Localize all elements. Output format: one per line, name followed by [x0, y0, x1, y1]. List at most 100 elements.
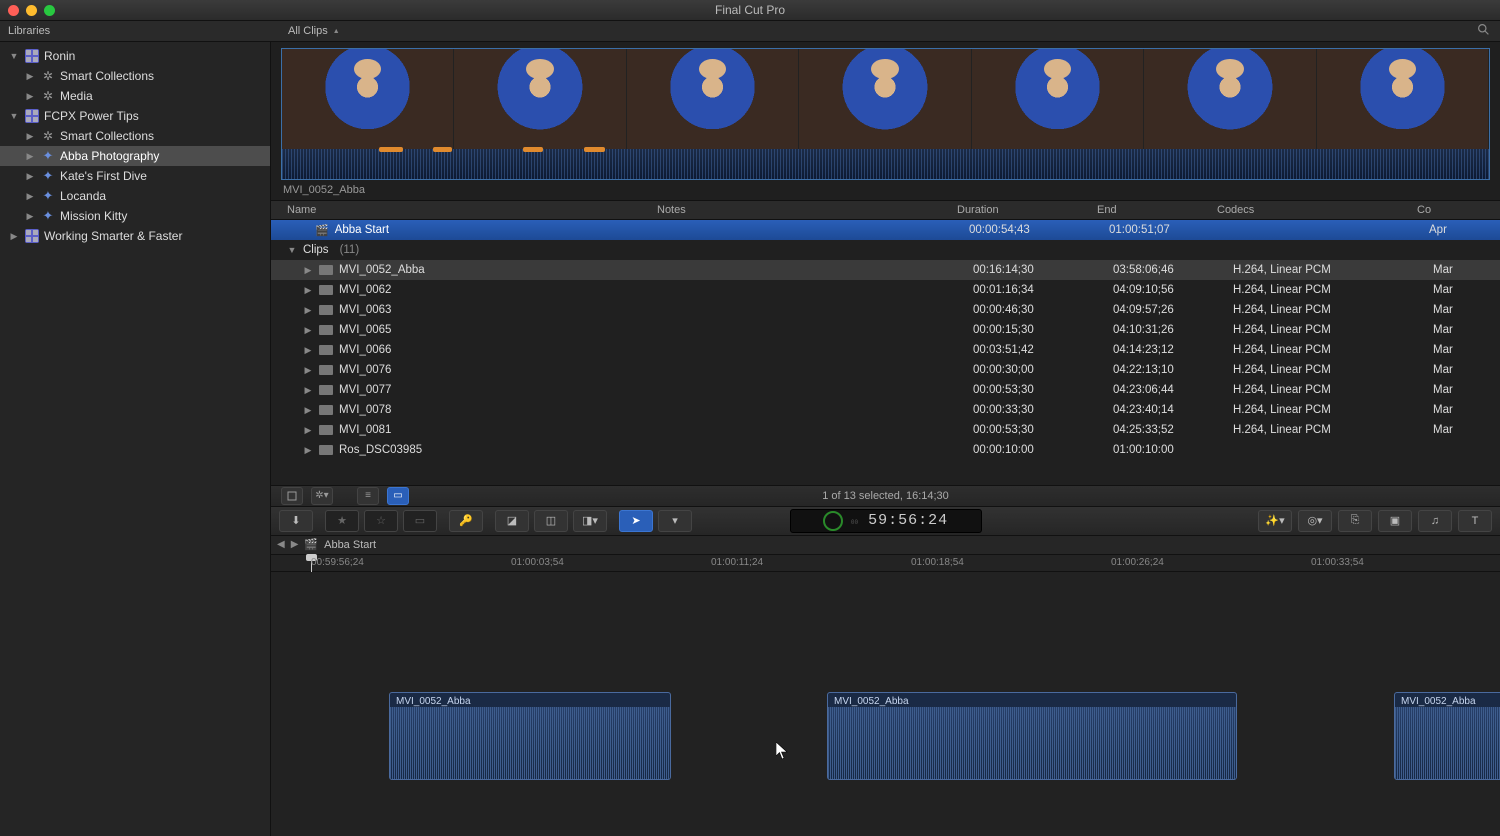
tool-popup[interactable]: ▾ — [658, 510, 692, 532]
clip-icon — [319, 385, 333, 395]
clip-browser[interactable]: 🎬Abba Start00:00:54;4301:00:51;07Apr▼Cli… — [271, 220, 1500, 485]
browser-row[interactable]: ▶MVI_007600:00:30;0004:22:13;10H.264, Li… — [271, 360, 1500, 380]
import-button[interactable] — [281, 487, 303, 505]
titles-browser-button[interactable]: T — [1458, 510, 1492, 532]
clip-name: Clips — [303, 244, 329, 256]
sidebar-item-label: Ronin — [44, 49, 75, 63]
clip-name: MVI_0076 — [339, 364, 391, 376]
window-titlebar: Final Cut Pro — [0, 0, 1500, 21]
sidebar-item-working-smarter-faster[interactable]: ▶Working Smarter & Faster — [0, 226, 270, 246]
col-notes[interactable]: Notes — [657, 204, 957, 216]
clip-icon — [319, 445, 333, 455]
sidebar-item-smart-collections[interactable]: ▶✲Smart Collections — [0, 126, 270, 146]
browser-row[interactable]: ▶MVI_006500:00:15;3004:10:31;26H.264, Li… — [271, 320, 1500, 340]
sidebar-item-label: Abba Photography — [60, 149, 159, 163]
sidebar-item-label: Working Smarter & Faster — [44, 229, 182, 243]
browser-row[interactable]: ▶MVI_0052_Abba00:16:14;3003:58:06;46H.26… — [271, 260, 1500, 280]
filmstrip-view-button[interactable]: ▭ — [387, 487, 409, 505]
settings-popup[interactable]: ✲▾ — [311, 487, 333, 505]
filmstrip-thumb[interactable] — [282, 49, 454, 149]
sidebar-item-media[interactable]: ▶✲Media — [0, 86, 270, 106]
event-star-icon: ✦ — [40, 168, 56, 184]
background-tasks-icon[interactable] — [823, 511, 843, 531]
project-icon: 🎬 — [304, 538, 318, 551]
col-codecs[interactable]: Codecs — [1217, 204, 1417, 216]
timeline[interactable]: MVI_0052_Abba MVI_0052_Abba MVI_0052_Abba — [271, 572, 1500, 836]
favorite-button[interactable]: ★ — [325, 510, 359, 532]
sidebar-item-mission-kitty[interactable]: ▶✦Mission Kitty — [0, 206, 270, 226]
search-icon[interactable] — [1477, 23, 1490, 39]
timeline-back-button[interactable]: ◀ — [277, 539, 285, 550]
clip-name: MVI_0077 — [339, 384, 391, 396]
timecode-value: 59:56:24 — [868, 512, 948, 529]
timeline-clip[interactable]: MVI_0052_Abba — [827, 692, 1237, 780]
connect-clip-button[interactable]: ◪ — [495, 510, 529, 532]
sidebar-item-ronin[interactable]: ▼Ronin — [0, 46, 270, 66]
browser-row[interactable]: ▶MVI_007700:00:53;3004:23:06;44H.264, Li… — [271, 380, 1500, 400]
clip-name: Abba Start — [335, 224, 389, 236]
col-duration[interactable]: Duration — [957, 204, 1097, 216]
browser-row[interactable]: ▶MVI_007800:00:33;3004:23:40;14H.264, Li… — [271, 400, 1500, 420]
allclips-label: All Clips — [288, 25, 328, 37]
filmstrip-thumb[interactable] — [972, 49, 1144, 149]
filmstrip-markers — [282, 147, 1489, 153]
filmstrip-thumb[interactable] — [627, 49, 799, 149]
retime-button[interactable]: ◎▾ — [1298, 510, 1332, 532]
libraries-sidebar[interactable]: ▼Ronin▶✲Smart Collections▶✲Media▼FCPX Po… — [0, 42, 271, 836]
keyword-button[interactable]: ▭ — [403, 510, 437, 532]
music-browser-button[interactable]: ♫ — [1418, 510, 1452, 532]
browser-row[interactable]: ▶MVI_008100:00:53;3004:25:33;52H.264, Li… — [271, 420, 1500, 440]
keyword-editor-button[interactable]: 🔑 — [449, 510, 483, 532]
timeline-clip[interactable]: MVI_0052_Abba — [1394, 692, 1500, 780]
clip-name: MVI_0081 — [339, 424, 391, 436]
filmstrip-thumb[interactable] — [799, 49, 971, 149]
sidebar-item-smart-collections[interactable]: ▶✲Smart Collections — [0, 66, 270, 86]
filmstrip-waveform — [282, 149, 1489, 179]
col-end[interactable]: End — [1097, 204, 1217, 216]
timeline-ruler[interactable]: 00:59:56;2401:00:03;5401:00:11;2401:00:1… — [271, 555, 1500, 572]
photos-browser-button[interactable]: ▣ — [1378, 510, 1412, 532]
clip-filmstrip[interactable] — [281, 48, 1490, 180]
filmstrip-thumb[interactable] — [454, 49, 626, 149]
clip-name: MVI_0078 — [339, 404, 391, 416]
filmstrip-clip-name: MVI_0052_Abba — [271, 180, 1500, 200]
ruler-tick: 01:00:18;54 — [911, 557, 964, 568]
insert-clip-button[interactable]: ◫ — [534, 510, 568, 532]
sidebar-item-locanda[interactable]: ▶✦Locanda — [0, 186, 270, 206]
clip-icon — [319, 345, 333, 355]
sidebar-item-label: Locanda — [60, 189, 106, 203]
timeline-clip[interactable]: MVI_0052_Abba — [389, 692, 671, 780]
select-tool[interactable]: ➤ — [619, 510, 653, 532]
list-view-button[interactable]: ≡ — [357, 487, 379, 505]
event-star-icon: ✦ — [40, 188, 56, 204]
project-bar: ◀ ▶ 🎬 Abba Start — [271, 536, 1500, 555]
browser-row[interactable]: ▶MVI_006600:03:51;4204:14:23;12H.264, Li… — [271, 340, 1500, 360]
clip-waveform — [828, 707, 1236, 779]
browser-row[interactable]: ▼Clips(11) — [271, 240, 1500, 260]
col-co[interactable]: Co — [1417, 204, 1447, 216]
share-button[interactable]: ⎘ — [1338, 510, 1372, 532]
browser-row[interactable]: ▶MVI_006200:01:16;3404:09:10;56H.264, Li… — [271, 280, 1500, 300]
ruler-tick: 01:00:26;24 — [1111, 557, 1164, 568]
clip-waveform — [390, 707, 670, 779]
browser-row[interactable]: ▶MVI_006300:00:46;3004:09:57;26H.264, Li… — [271, 300, 1500, 320]
reject-button[interactable]: ☆ — [364, 510, 398, 532]
filmstrip-thumb[interactable] — [1144, 49, 1316, 149]
append-clip-button[interactable]: ◨▾ — [573, 510, 607, 532]
allclips-popup[interactable]: All Clips — [278, 25, 340, 37]
browser-row[interactable]: 🎬Abba Start00:00:54;4301:00:51;07Apr — [271, 220, 1500, 240]
timecode-display[interactable]: 00 59:56:24 — [790, 509, 982, 533]
browser-header[interactable]: Name Notes Duration End Codecs Co — [271, 200, 1500, 220]
effects-button[interactable]: ✨▾ — [1258, 510, 1292, 532]
sidebar-item-fcpx-power-tips[interactable]: ▼FCPX Power Tips — [0, 106, 270, 126]
timeline-forward-button[interactable]: ▶ — [291, 539, 299, 550]
browser-row[interactable]: ▶Ros_DSC0398500:00:10:0001:00:10:00 — [271, 440, 1500, 460]
library-icon — [24, 228, 40, 244]
marker — [584, 147, 606, 152]
filmstrip-thumb[interactable] — [1317, 49, 1489, 149]
import-media-button[interactable]: ⬇ — [279, 510, 313, 532]
sidebar-item-abba-photography[interactable]: ▶✦Abba Photography — [0, 146, 270, 166]
sidebar-item-kate-s-first-dive[interactable]: ▶✦Kate's First Dive — [0, 166, 270, 186]
primary-storyline[interactable]: MVI_0052_Abba MVI_0052_Abba MVI_0052_Abba — [271, 692, 1500, 782]
col-name[interactable]: Name — [271, 204, 657, 216]
